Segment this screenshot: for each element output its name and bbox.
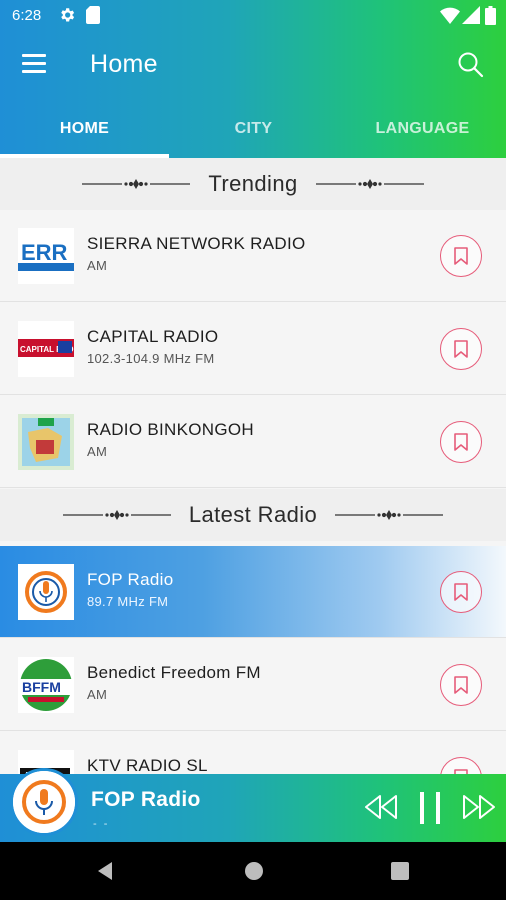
fast-forward-icon [463,795,495,819]
rewind-icon [365,795,397,819]
ornament-left-icon [82,179,191,189]
bookmark-icon [454,676,468,694]
bookmark-button[interactable] [440,571,482,613]
section-header-latest: Latest Radio [0,489,506,541]
sd-card-icon [86,6,100,24]
station-row[interactable]: RADIO BINKONGOH AM [0,396,506,488]
station-row[interactable]: BFFM Benedict Freedom FM AM [0,639,506,731]
bookmark-icon [454,583,468,601]
menu-button[interactable] [22,54,48,74]
station-name: RADIO BINKONGOH [87,420,254,439]
station-frequency: AM [87,444,108,459]
bookmark-button[interactable] [440,664,482,706]
station-row[interactable]: CAPITAL RADIO CAPITAL RADIO 102.3-104.9 … [0,303,506,395]
station-frequency: 102.3-104.9 MHz FM [87,351,215,366]
app-bar: Home [0,32,506,98]
station-name: CAPITAL RADIO [87,327,219,346]
station-name: Benedict Freedom FM [87,663,261,682]
tab-city[interactable]: CITY [169,100,338,158]
mini-player[interactable]: FOP Radio - - [0,768,506,842]
section-header-trending: Trending [0,158,506,210]
back-triangle-icon [98,862,112,880]
bookmark-button[interactable] [440,328,482,370]
section-title-trending: Trending [208,171,298,196]
player-artwork [10,768,78,836]
ornament-right-icon [315,179,424,189]
station-row-playing[interactable]: FOP Radio 89.7 MHz FM [0,546,506,638]
station-logo-text: BFFM [22,679,61,695]
station-logo: BFFM [18,657,74,713]
menu-icon-line [22,62,46,65]
home-button[interactable] [244,861,264,886]
status-time: 6:28 [12,7,42,24]
system-nav-bar [0,842,506,900]
search-icon [458,52,484,78]
battery-icon [485,6,496,25]
search-button[interactable] [456,50,486,80]
station-row[interactable]: ERR SIERRA NETWORK RADIO AM [0,210,506,302]
player-title: FOP Radio [91,788,201,811]
menu-icon-line [22,70,46,73]
station-frequency: AM [87,687,108,702]
tab-home[interactable]: HOME [0,100,169,158]
player-subtitle: - - [93,818,110,830]
forward-button[interactable] [462,792,496,827]
station-frequency: AM [87,258,108,273]
bookmark-button[interactable] [440,421,482,463]
station-name: KTV RADIO SL [87,756,208,775]
station-logo [18,564,74,620]
ornament-right-icon [335,510,444,520]
bookmark-icon [454,247,468,265]
signal-icon [462,6,480,24]
station-logo: ERR [18,228,74,284]
bookmark-icon [454,340,468,358]
station-name: FOP Radio [87,570,174,589]
section-title-latest: Latest Radio [188,502,318,527]
recents-square-icon [391,862,409,880]
ornament-left-icon [62,510,171,520]
home-circle-icon [245,862,263,880]
page-title: Home [90,50,158,78]
pause-icon [420,792,440,824]
menu-icon [22,54,46,57]
station-logo: CAPITAL RADIO [18,321,74,377]
top-header: 6:28 Home HOME CITY LANGUAGE [0,0,506,158]
bookmark-button[interactable] [440,235,482,277]
station-name: SIERRA NETWORK RADIO [87,234,306,253]
tab-bar: HOME CITY LANGUAGE [0,100,506,158]
pause-button[interactable] [416,790,444,831]
tab-language[interactable]: LANGUAGE [338,100,506,158]
station-logo-text: ERR [21,240,68,265]
back-button[interactable] [96,861,116,886]
station-logo [18,414,74,470]
wifi-icon [440,7,460,24]
bookmark-icon [454,433,468,451]
station-frequency: 89.7 MHz FM [87,594,169,609]
recents-button[interactable] [390,861,410,886]
status-bar: 6:28 [0,0,506,32]
settings-gear-icon [61,8,75,22]
rewind-button[interactable] [364,792,398,827]
